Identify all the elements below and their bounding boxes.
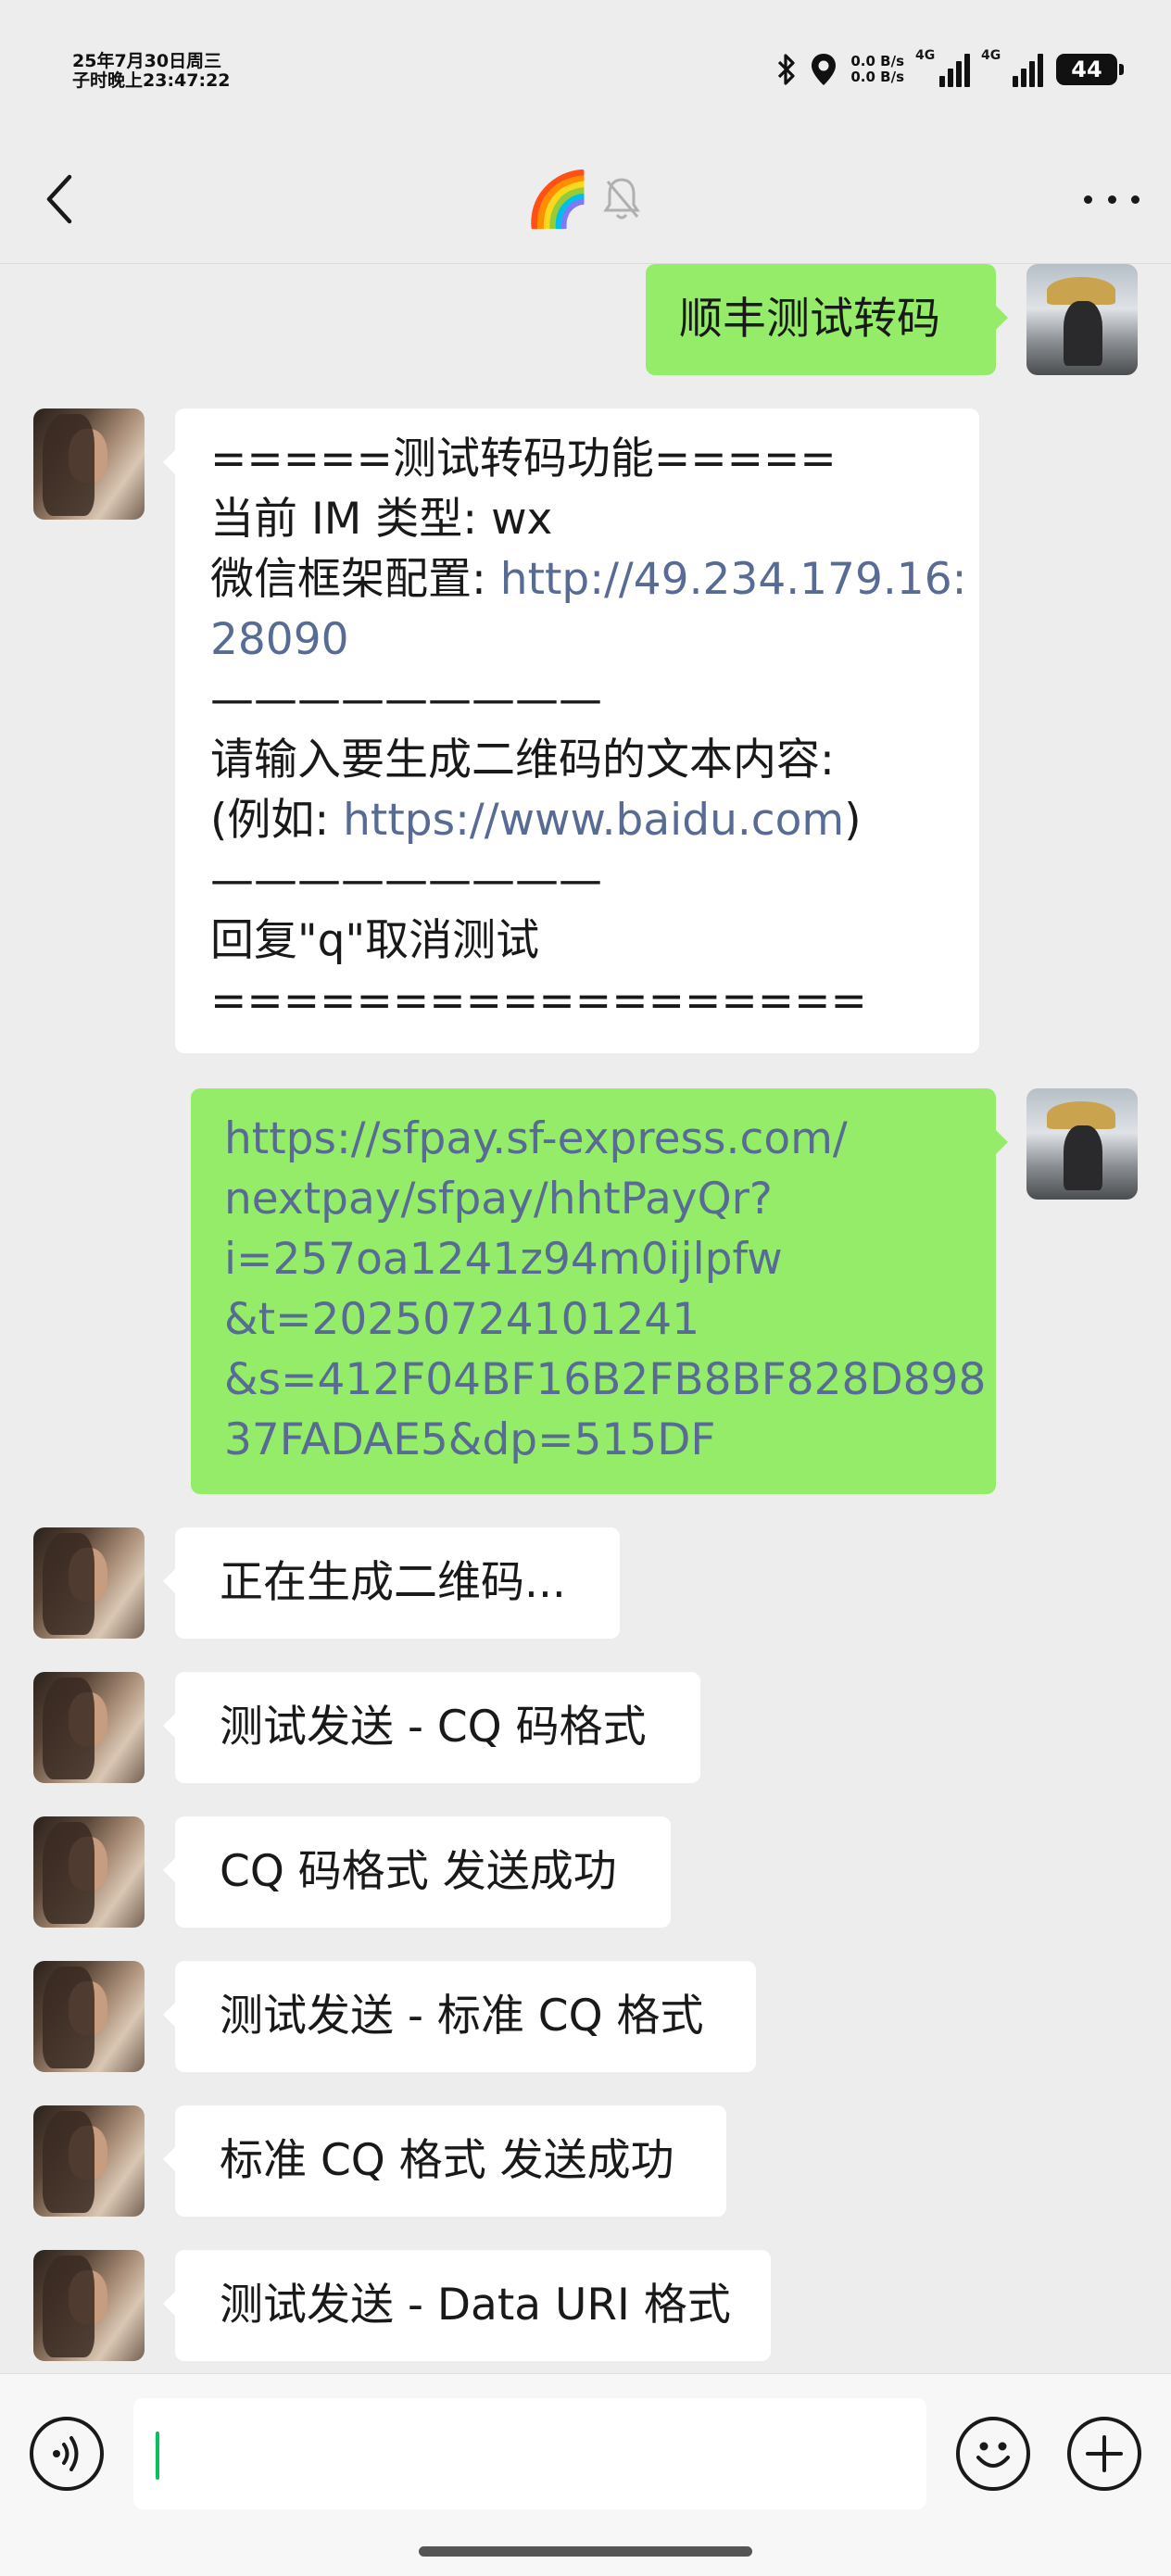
back-button[interactable] (31, 167, 87, 232)
message-input[interactable] (133, 2398, 926, 2509)
chat-title: 🌈 (524, 167, 592, 231)
emoji-button[interactable] (956, 2417, 1030, 2491)
url-line[interactable]: https://sfpay.sf-express.com/ (224, 1109, 963, 1169)
bluetooth-icon (778, 54, 795, 85)
contact-avatar[interactable] (33, 2105, 145, 2217)
muted-bell-icon (603, 178, 640, 220)
divider-text: ————————— (210, 855, 602, 906)
dot (1131, 195, 1140, 204)
message-bubble-other[interactable]: =====测试转码功能===== 当前 IM 类型: wx 微信框架配置: ht… (163, 408, 979, 1053)
more-button[interactable] (1080, 174, 1143, 224)
signal-sim1-icon: 4G (915, 48, 970, 87)
message-bubble-self[interactable]: 顺丰测试转码 (646, 264, 1008, 375)
config-link-cont[interactable]: 28090 (210, 609, 944, 670)
contact-avatar[interactable] (33, 408, 145, 520)
battery-icon: 44 (1056, 54, 1124, 85)
location-icon (812, 54, 837, 85)
contact-avatar[interactable] (33, 1672, 145, 1783)
text-caret (156, 2431, 159, 2480)
message-bubble-other[interactable]: 测试发送 - CQ 码格式 (163, 1672, 700, 1783)
dot (1084, 195, 1092, 204)
home-indicator[interactable] (419, 2546, 752, 2557)
message-bubble-other[interactable]: 测试发送 - Data URI 格式 (163, 2250, 771, 2361)
plus-icon (1086, 2435, 1123, 2472)
message-bubble-self[interactable]: https://sfpay.sf-express.com/ nextpay/sf… (191, 1088, 1008, 1494)
divider-text: ————————— (210, 674, 602, 725)
url-line[interactable]: &t=20250724101241 (224, 1289, 963, 1350)
chat-header: 🌈 (0, 139, 1171, 264)
message-bubble-other[interactable]: 正在生成二维码... (163, 1527, 620, 1639)
url-line[interactable]: nextpay/sfpay/hhtPayQr? (224, 1169, 963, 1229)
url-line[interactable]: &s=412F04BF16B2FB8BF828D898 (224, 1350, 986, 1410)
contact-avatar[interactable] (33, 2250, 145, 2361)
message-bubble-other[interactable]: 测试发送 - 标准 CQ 格式 (163, 1961, 756, 2072)
plus-button[interactable] (1067, 2417, 1141, 2491)
url-line[interactable]: i=257oa1241z94m0ijlpfw (224, 1229, 963, 1289)
message-bubble-other[interactable]: CQ 码格式 发送成功 (163, 1816, 671, 1928)
chevron-left-icon (46, 174, 72, 224)
example-link[interactable]: https://www.baidu.com (343, 795, 844, 846)
network-speed: 0.0 B/s 0.0 B/s (850, 53, 904, 85)
voice-button[interactable] (30, 2417, 104, 2491)
contact-avatar[interactable] (33, 1816, 145, 1928)
input-bar (0, 2373, 1171, 2576)
self-avatar[interactable] (1026, 1088, 1138, 1200)
status-time: 25年7月30日周三 子时晚上23:47:22 (72, 51, 231, 91)
contact-avatar[interactable] (33, 1527, 145, 1639)
contact-avatar[interactable] (33, 1961, 145, 2072)
status-bar: 25年7月30日周三 子时晚上23:47:22 0.0 B/s 0.0 B/s … (0, 0, 1171, 139)
signal-sim2-icon: 4G (981, 48, 1043, 87)
config-link[interactable]: http://49.234.179.16: (500, 554, 967, 605)
message-bubble-other[interactable]: 标准 CQ 格式 发送成功 (163, 2105, 726, 2217)
voice-icon (53, 2436, 79, 2471)
dot (1107, 195, 1116, 204)
url-line[interactable]: 37FADAE5&dp=515DF (224, 1410, 963, 1470)
status-icons: 0.0 B/s 0.0 B/s 4G 4G 44 (776, 46, 1124, 93)
emoji-icon (976, 2442, 1010, 2468)
self-avatar[interactable] (1026, 264, 1138, 375)
message-list[interactable]: 顺丰测试转码 =====测试转码功能===== 当前 IM 类型: wx 微信框… (0, 264, 1171, 2376)
